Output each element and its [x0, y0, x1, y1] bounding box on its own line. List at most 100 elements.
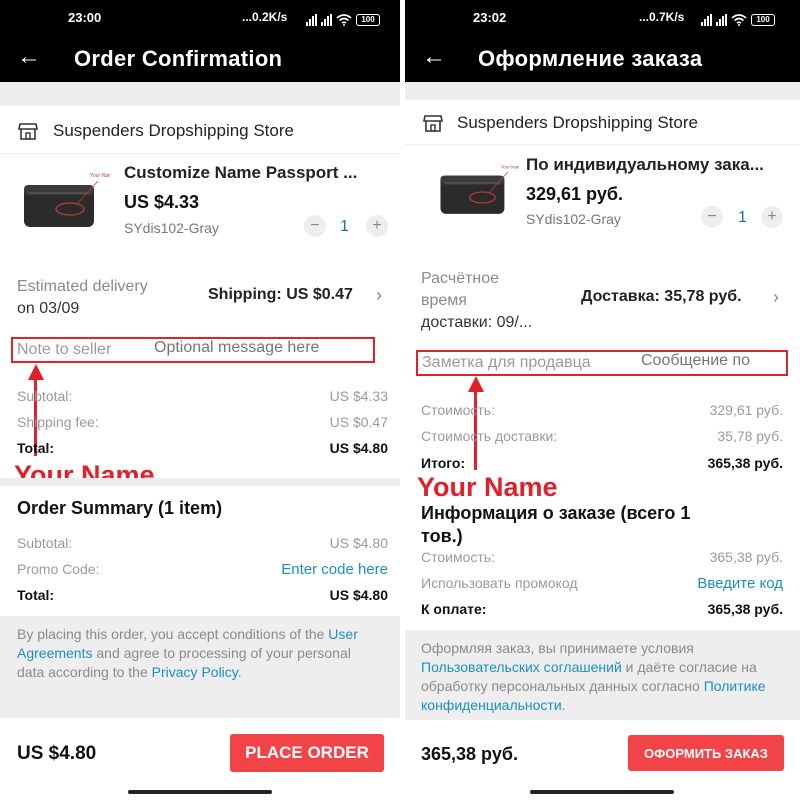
back-arrow-icon[interactable]: ← — [17, 42, 41, 72]
delivery-label: время — [421, 292, 467, 309]
section-divider — [0, 82, 400, 106]
product-title[interactable]: Customize Name Passport ... — [124, 163, 386, 183]
delivery-date: on 03/09 — [17, 300, 80, 317]
divider — [0, 153, 400, 154]
product-image[interactable]: Your Name — [18, 163, 110, 243]
privacy-policy-link[interactable]: Privacy Policy — [152, 664, 238, 680]
quantity-decrease-button[interactable]: − — [304, 215, 326, 237]
quantity-increase-button[interactable]: + — [366, 215, 388, 237]
status-time: 23:02 — [473, 10, 507, 25]
delivery-label: Estimated delivery — [17, 278, 148, 295]
summary-subtotal-label: Стоимость: — [421, 549, 495, 565]
status-icons: 100 — [701, 12, 775, 26]
store-icon — [423, 115, 443, 132]
subtotal-label: Стоимость: — [421, 402, 495, 418]
status-icons: 100 — [306, 12, 380, 26]
app-bar: ← Оформление заказа — [405, 36, 800, 82]
store-icon — [18, 123, 38, 140]
network-speed: ...0.7K/s — [639, 10, 685, 24]
wifi-icon — [731, 14, 747, 26]
user-agreements-link[interactable]: Пользовательских соглашений — [421, 659, 622, 675]
summary-subtotal-value: US $4.80 — [329, 535, 388, 551]
terms-text-part: Оформляя заказ, вы принимаете условия — [421, 640, 694, 656]
quantity-increase-button[interactable]: + — [761, 206, 783, 228]
subtotal-value: US $4.33 — [329, 388, 388, 404]
chevron-right-icon[interactable]: › — [773, 287, 779, 308]
footer-total: US $4.80 — [17, 743, 97, 764]
svg-text:Your Name: Your Name — [90, 173, 110, 179]
promo-code-link[interactable]: Введите код — [697, 575, 783, 592]
footer-total: 365,38 руб. — [421, 744, 518, 764]
total-label: Итого: — [421, 455, 466, 471]
terms-text-part: . — [561, 697, 566, 713]
shipping-fee-value: US $0.47 — [329, 414, 388, 430]
back-arrow-icon[interactable]: ← — [422, 42, 446, 72]
right-screenshot: 23:02 ...0.7K/s 100 ← Оформление заказа … — [405, 0, 800, 800]
place-order-button[interactable]: PLACE ORDER — [230, 734, 384, 772]
store-name[interactable]: Suspenders Dropshipping Store — [457, 113, 698, 133]
annotation-text: Your Name — [417, 472, 558, 502]
summary-total-label: К оплате: — [421, 601, 487, 617]
quantity-value: 1 — [340, 218, 349, 235]
order-summary-title: Информация о заказе (всего 1 — [421, 503, 691, 523]
promo-code-link[interactable]: Enter code here — [281, 561, 388, 578]
home-indicator[interactable] — [128, 790, 272, 794]
page-title: Оформление заказа — [478, 46, 703, 71]
battery-icon: 100 — [356, 14, 380, 26]
total-value: US $4.80 — [329, 440, 388, 456]
quantity-decrease-button[interactable]: − — [701, 206, 723, 228]
signal-icon — [701, 14, 712, 26]
app-bar: ← Order Confirmation — [0, 36, 400, 82]
terms-text-part: . — [237, 664, 242, 680]
summary-total-value: 365,38 руб. — [707, 601, 783, 617]
product-sku: SYdis102-Gray — [124, 220, 219, 236]
left-screenshot: 23:00 ...0.2K/s 100 ← Order Confirmation… — [0, 0, 400, 800]
product-sku: SYdis102-Gray — [526, 211, 621, 227]
terms-text: Оформляя заказ, вы принимаете условия По… — [421, 639, 786, 715]
page-title: Order Confirmation — [74, 46, 283, 71]
annotation-text: Your Name — [14, 460, 155, 490]
annotation-box — [11, 337, 375, 363]
svg-text:Your Name: Your Name — [501, 164, 519, 169]
summary-total-label: Total: — [17, 587, 55, 603]
delivery-label: Расчётное — [421, 270, 500, 287]
total-label: Total: — [17, 440, 55, 456]
order-summary-title: Order Summary (1 item) — [17, 498, 223, 518]
section-divider — [405, 82, 800, 100]
subtotal-value: 329,61 руб. — [709, 402, 783, 418]
subtotal-label: Subtotal: — [17, 388, 73, 404]
signal-icon — [306, 14, 317, 26]
product-image[interactable]: Your Name — [435, 155, 519, 229]
product-price: US $4.33 — [124, 192, 200, 212]
shipping-cost[interactable]: Доставка: 35,78 руб. — [581, 288, 742, 306]
total-value: 365,38 руб. — [707, 455, 783, 471]
summary-subtotal-label: Subtotal: — [17, 535, 73, 551]
promo-code-label: Promo Code: — [17, 561, 100, 577]
wifi-icon — [336, 14, 352, 26]
quantity-value: 1 — [738, 209, 747, 226]
place-order-button[interactable]: ОФОРМИТЬ ЗАКАЗ — [628, 735, 784, 771]
delivery-date: доставки: 09/... — [421, 314, 533, 331]
product-price: 329,61 руб. — [526, 184, 623, 204]
shipping-fee-value: 35,78 руб. — [717, 428, 783, 444]
shipping-fee-label: Shipping fee: — [17, 414, 99, 430]
order-summary-title-line2: тов.) — [421, 526, 463, 546]
divider — [405, 144, 800, 145]
shipping-cost[interactable]: Shipping: US $0.47 — [208, 286, 353, 304]
terms-text: By placing this order, you accept condit… — [17, 625, 377, 682]
home-indicator[interactable] — [530, 790, 674, 794]
promo-code-label: Использовать промокод — [421, 575, 578, 591]
signal-icon — [716, 14, 727, 26]
status-bar: 23:00 ...0.2K/s 100 — [0, 0, 400, 36]
terms-text-part: By placing this order, you accept condit… — [17, 626, 329, 642]
status-bar: 23:02 ...0.7K/s 100 — [405, 0, 800, 36]
signal-icon — [321, 14, 332, 26]
annotation-box — [416, 350, 788, 376]
section-divider — [0, 478, 400, 486]
store-name[interactable]: Suspenders Dropshipping Store — [53, 121, 294, 141]
chevron-right-icon[interactable]: › — [376, 285, 382, 306]
battery-icon: 100 — [751, 14, 775, 26]
product-title[interactable]: По индивидуальному зака... — [526, 155, 786, 175]
status-time: 23:00 — [68, 10, 102, 25]
network-speed: ...0.2K/s — [242, 10, 288, 24]
